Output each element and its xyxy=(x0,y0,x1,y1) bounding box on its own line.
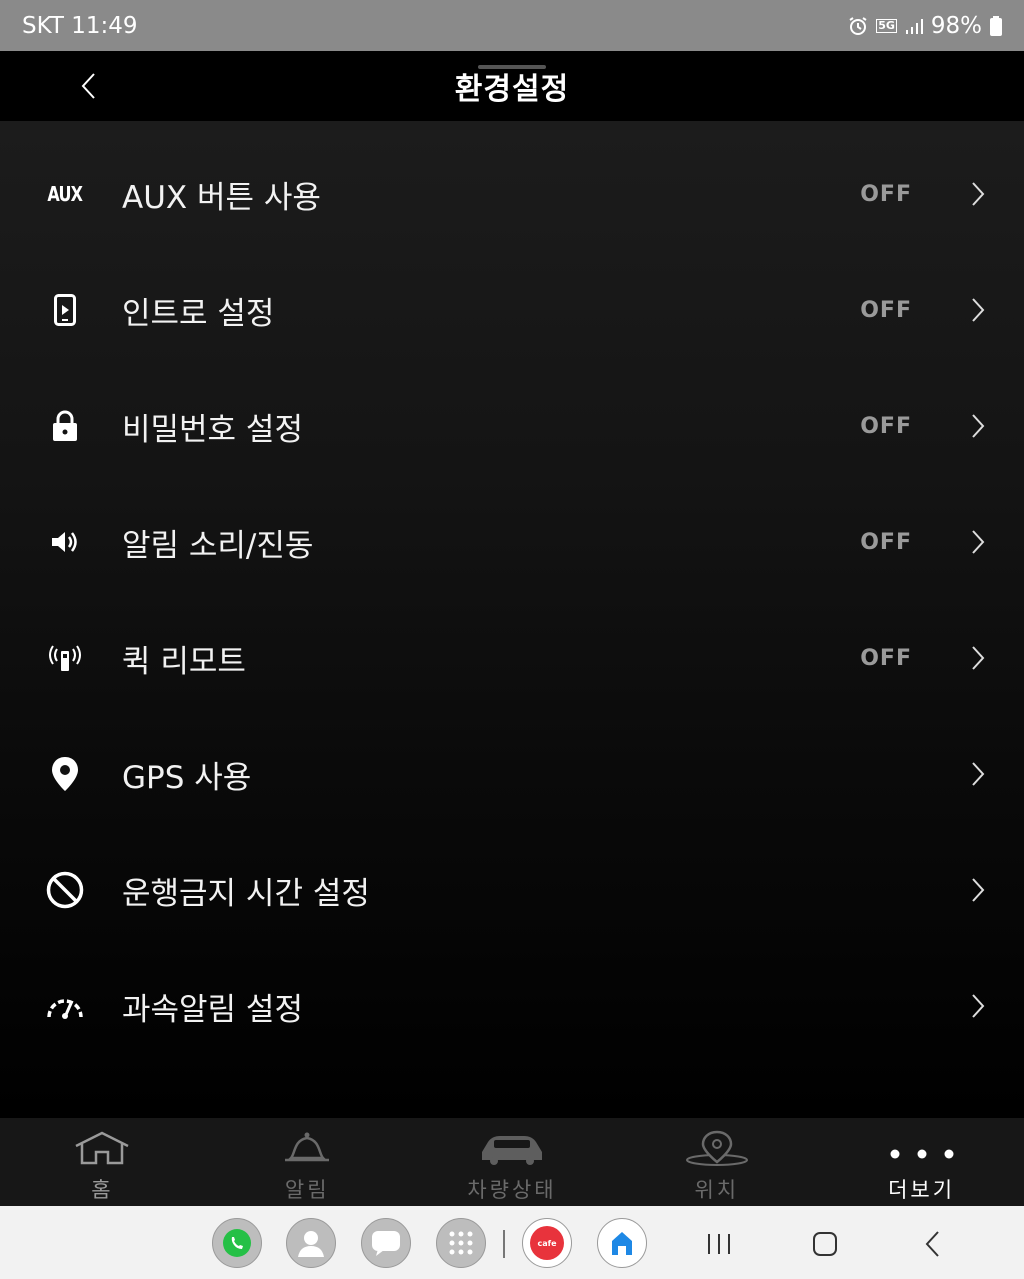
tab-label: 더보기 xyxy=(888,1178,956,1202)
dock-app-cafe[interactable]: cafe xyxy=(522,1218,572,1268)
setting-row-sound[interactable]: 알림 소리/진동 OFF xyxy=(0,484,1024,600)
cafe-icon-text: cafe xyxy=(537,1238,557,1248)
chevron-right-icon xyxy=(966,295,990,325)
signal-icon xyxy=(905,17,923,35)
contacts-icon xyxy=(298,1231,324,1257)
tab-label: 위치 xyxy=(694,1178,740,1202)
home-button[interactable] xyxy=(810,1224,840,1264)
tab-more[interactable]: 더보기 xyxy=(819,1118,1024,1206)
tab-label: 차량상태 xyxy=(467,1178,557,1202)
bottom-tab-bar: 홈 알림 차량상태 위치 더보기 xyxy=(0,1118,1024,1206)
status-icons: 5G 98% xyxy=(848,13,1002,39)
more-icon xyxy=(887,1128,957,1168)
tab-location[interactable]: 위치 xyxy=(614,1118,819,1206)
setting-row-speed-alert[interactable]: 과속알림 설정 xyxy=(0,948,1024,1064)
battery-icon xyxy=(990,15,1002,36)
home-icon xyxy=(72,1128,132,1168)
cafe-icon: cafe xyxy=(530,1226,564,1260)
tab-label: 알림 xyxy=(284,1178,330,1202)
setting-row-gps[interactable]: GPS 사용 xyxy=(0,716,1024,832)
recent-apps-icon xyxy=(708,1234,730,1254)
phone-intro-icon xyxy=(40,285,90,335)
dock-app-contacts[interactable] xyxy=(286,1218,336,1268)
bell-icon xyxy=(277,1128,337,1168)
dock-app-drawer[interactable] xyxy=(436,1218,486,1268)
speaker-icon xyxy=(40,517,90,567)
remote-signal-icon xyxy=(40,633,90,683)
system-back-button[interactable] xyxy=(918,1224,948,1264)
setting-label: 알림 소리/진동 xyxy=(122,527,314,564)
dock-app-messages[interactable] xyxy=(361,1218,411,1268)
messages-icon xyxy=(372,1231,400,1256)
setting-row-aux[interactable]: AUX AUX 버튼 사용 OFF xyxy=(0,136,1024,252)
page-title: 환경설정 xyxy=(454,72,570,107)
chevron-right-icon xyxy=(966,179,990,209)
setting-label: GPS 사용 xyxy=(122,759,252,796)
title-accent xyxy=(478,65,546,69)
setting-value: OFF xyxy=(860,181,912,207)
carrier-time: SKT 11:49 xyxy=(22,12,138,39)
setting-value: OFF xyxy=(860,297,912,323)
tab-vehicle-status[interactable]: 차량상태 xyxy=(410,1118,615,1206)
aux-icon: AUX xyxy=(47,182,84,206)
setting-label: 운행금지 시간 설정 xyxy=(122,875,370,912)
chevron-right-icon xyxy=(966,643,990,673)
network-5g-icon: 5G xyxy=(876,18,897,33)
system-nav-bar: cafe xyxy=(0,1206,1024,1279)
speedometer-icon xyxy=(40,981,90,1031)
app-drawer-icon xyxy=(449,1231,473,1255)
setting-value: OFF xyxy=(860,413,912,439)
setting-value: OFF xyxy=(860,645,912,671)
setting-label: AUX 버튼 사용 xyxy=(122,179,321,216)
back-button[interactable] xyxy=(70,68,106,104)
dock-app-whatsapp[interactable] xyxy=(212,1218,262,1268)
chevron-right-icon xyxy=(966,527,990,557)
map-pin-icon xyxy=(682,1128,752,1168)
chevron-right-icon xyxy=(966,759,990,789)
tab-alerts[interactable]: 알림 xyxy=(205,1118,410,1206)
setting-value: OFF xyxy=(860,529,912,555)
chevron-left-icon xyxy=(81,73,95,99)
setting-row-intro[interactable]: 인트로 설정 OFF xyxy=(0,252,1024,368)
dock-app-home[interactable] xyxy=(597,1218,647,1268)
setting-row-password[interactable]: 비밀번호 설정 OFF xyxy=(0,368,1024,484)
home-square-icon xyxy=(813,1232,837,1256)
settings-list: AUX AUX 버튼 사용 OFF 인트로 설정 OFF 비밀번호 설정 OFF… xyxy=(0,121,1024,1118)
setting-label: 과속알림 설정 xyxy=(122,991,303,1028)
tab-home[interactable]: 홈 xyxy=(0,1118,205,1206)
status-bar: SKT 11:49 5G 98% xyxy=(0,0,1024,51)
car-icon xyxy=(476,1128,548,1168)
chevron-right-icon xyxy=(966,875,990,905)
tab-label: 홈 xyxy=(91,1178,114,1202)
lock-icon xyxy=(40,401,90,451)
home-app-icon xyxy=(612,1232,632,1255)
title-bar: 환경설정 xyxy=(0,51,1024,121)
setting-label: 비밀번호 설정 xyxy=(122,411,303,448)
chevron-right-icon xyxy=(966,991,990,1021)
alarm-icon xyxy=(848,16,868,36)
dock-divider xyxy=(503,1230,505,1258)
setting-row-restricted-hours[interactable]: 운행금지 시간 설정 xyxy=(0,832,1024,948)
location-pin-icon xyxy=(40,749,90,799)
whatsapp-icon xyxy=(223,1229,251,1257)
back-arrow-icon xyxy=(925,1231,939,1257)
setting-label: 퀵 리모트 xyxy=(122,643,246,680)
chevron-right-icon xyxy=(966,411,990,441)
setting-row-quick-remote[interactable]: 퀵 리모트 OFF xyxy=(0,600,1024,716)
recent-apps-button[interactable] xyxy=(704,1224,734,1264)
battery-percent: 98% xyxy=(930,12,982,39)
prohibited-icon xyxy=(40,865,90,915)
setting-label: 인트로 설정 xyxy=(122,295,275,332)
